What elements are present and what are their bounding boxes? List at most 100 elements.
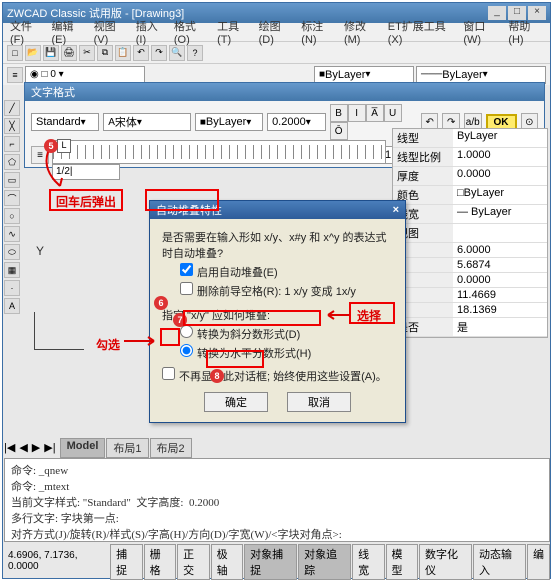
menu-item[interactable]: 工具(T): [214, 18, 254, 46]
new-icon[interactable]: □: [7, 45, 23, 61]
layout-tab[interactable]: 布局1: [106, 438, 148, 458]
format-u-button[interactable]: U: [384, 104, 402, 122]
arc-icon[interactable]: ⌒: [4, 190, 20, 206]
status-toggle[interactable]: 编: [527, 544, 550, 580]
status-toggle[interactable]: 线宽: [352, 544, 384, 580]
nav-prev-icon[interactable]: ◀: [19, 441, 27, 454]
paste-icon[interactable]: 📋: [115, 45, 131, 61]
status-toggle[interactable]: 极轴: [211, 544, 243, 580]
dont-show-checkbox[interactable]: [162, 367, 175, 380]
format-a̅-button[interactable]: A̅: [366, 104, 384, 122]
layout-tab[interactable]: 布局2: [150, 438, 192, 458]
menu-item[interactable]: 插入(I): [133, 18, 169, 46]
coords-readout: 4.6906, 7.1736, 0.0000: [4, 548, 110, 574]
font-combo[interactable]: A 宋体 ▾: [103, 113, 191, 131]
prop-value[interactable]: 18.1369: [453, 303, 547, 317]
xline-icon[interactable]: ╳: [4, 118, 20, 134]
prop-value[interactable]: 0.0000: [453, 167, 547, 185]
layer-icon[interactable]: ≡: [7, 67, 23, 83]
prop-value[interactable]: ByLayer: [453, 129, 547, 147]
menu-item[interactable]: 窗口(W): [460, 18, 503, 46]
prop-value[interactable]: 0.0000: [453, 273, 547, 287]
circle-icon[interactable]: ○: [4, 208, 20, 224]
print-icon[interactable]: 🖨: [61, 45, 77, 61]
prop-key: 厚度: [393, 167, 453, 185]
font-color-combo[interactable]: ■ ByLayer ▾: [195, 113, 263, 131]
text-dialog-title: 文字格式: [25, 83, 544, 101]
ellipse-icon[interactable]: ⬭: [4, 244, 20, 260]
format-i-button[interactable]: I: [348, 104, 366, 122]
status-toggle[interactable]: 对象追踪: [298, 544, 351, 580]
menu-item[interactable]: 视图(V): [91, 18, 131, 46]
status-toggle[interactable]: 对象捕捉: [244, 544, 297, 580]
status-toggle[interactable]: 模型: [386, 544, 418, 580]
menu-item[interactable]: 标注(N): [298, 18, 339, 46]
prop-key: 线型比例: [393, 148, 453, 166]
anno-box-2: [145, 189, 219, 211]
status-toggle[interactable]: 动态输入: [473, 544, 526, 580]
hatch-icon[interactable]: ▦: [4, 262, 20, 278]
cancel-button[interactable]: 取消: [287, 392, 351, 412]
format-b-button[interactable]: B: [330, 104, 348, 122]
prop-value[interactable]: □ByLayer: [453, 186, 547, 204]
prop-value[interactable]: 11.4669: [453, 288, 547, 302]
prop-value[interactable]: [453, 224, 547, 242]
anno-check-box: [160, 328, 180, 346]
remove-space-checkbox[interactable]: [180, 282, 193, 295]
anno-popup-text: 回车后弹出: [56, 193, 116, 210]
layer-combo[interactable]: ◉ □ 0 ▾: [25, 66, 145, 84]
undo-icon[interactable]: ↶: [133, 45, 149, 61]
status-toggle[interactable]: 栅格: [144, 544, 176, 580]
menu-item[interactable]: 编辑(E): [49, 18, 89, 46]
confirm-button[interactable]: 确定: [204, 392, 268, 412]
status-toggle[interactable]: 正交: [177, 544, 209, 580]
prop-value[interactable]: 6.0000: [453, 243, 547, 257]
horizontal-radio[interactable]: [180, 344, 193, 357]
point-icon[interactable]: ·: [4, 280, 20, 296]
properties-panel: 线型ByLayer线型比例1.0000厚度0.0000颜色□ByLayer线宽—…: [392, 128, 548, 338]
nav-end-icon[interactable]: ▶|: [44, 441, 55, 454]
status-bar: 捕捉栅格正交极轴对象捕捉对象追踪线宽模型数字化仪动态输入编: [110, 544, 550, 580]
anno-ok-box: [206, 350, 264, 368]
linetype-combo[interactable]: ─── ByLayer ▾: [416, 66, 546, 84]
zoom-icon[interactable]: 🔍: [169, 45, 185, 61]
prop-value[interactable]: 是: [453, 318, 547, 336]
status-toggle[interactable]: 捕捉: [110, 544, 142, 580]
help-icon[interactable]: ?: [187, 45, 203, 61]
cut-icon[interactable]: ✂: [79, 45, 95, 61]
format-ō-button[interactable]: Ō: [330, 122, 348, 140]
command-window[interactable]: 命令: _qnew 命令: _mtext 当前文字样式: "Standard" …: [4, 458, 550, 542]
save-icon[interactable]: 💾: [43, 45, 59, 61]
ruler[interactable]: L: [52, 140, 386, 164]
line-icon[interactable]: ╱: [4, 100, 20, 116]
font-size[interactable]: 0.2000 ▾: [267, 113, 326, 131]
open-icon[interactable]: 📂: [25, 45, 41, 61]
redo-icon[interactable]: ↷: [151, 45, 167, 61]
menu-item[interactable]: 绘图(D): [256, 18, 297, 46]
close-icon[interactable]: ×: [393, 204, 399, 216]
autostack-question: 是否需要在输入形如 x/y、x#y 和 x^y 的表达式时自动堆叠?: [162, 229, 393, 261]
layout-tab[interactable]: Model: [60, 438, 106, 458]
style-combo[interactable]: Standard ▾: [31, 113, 99, 131]
y-axis-label: Y: [36, 244, 44, 258]
color-combo[interactable]: ■ ByLayer ▾: [314, 66, 414, 84]
status-toggle[interactable]: 数字化仪: [419, 544, 472, 580]
menu-item[interactable]: 格式(O): [171, 18, 212, 46]
prop-value[interactable]: — ByLayer: [453, 205, 547, 223]
menu-item[interactable]: 帮助(H): [505, 18, 546, 46]
nav-next-icon[interactable]: ▶: [32, 441, 40, 454]
prop-value[interactable]: 1.0000: [453, 148, 547, 166]
rect-icon[interactable]: ▭: [4, 172, 20, 188]
enable-autostack-checkbox[interactable]: [180, 263, 193, 276]
copy-icon[interactable]: ⧉: [97, 45, 113, 61]
spline-icon[interactable]: ∿: [4, 226, 20, 242]
menu-item[interactable]: 修改(M): [341, 18, 383, 46]
nav-start-icon[interactable]: |◀: [4, 441, 15, 454]
pline-icon[interactable]: ⌐: [4, 136, 20, 152]
diagonal-radio[interactable]: [180, 325, 193, 338]
text-icon[interactable]: A: [4, 298, 20, 314]
polygon-icon[interactable]: ⬠: [4, 154, 20, 170]
menu-item[interactable]: ET扩展工具(X): [385, 18, 459, 46]
menu-item[interactable]: 文件(F): [7, 18, 47, 46]
prop-value[interactable]: 5.6874: [453, 258, 547, 272]
